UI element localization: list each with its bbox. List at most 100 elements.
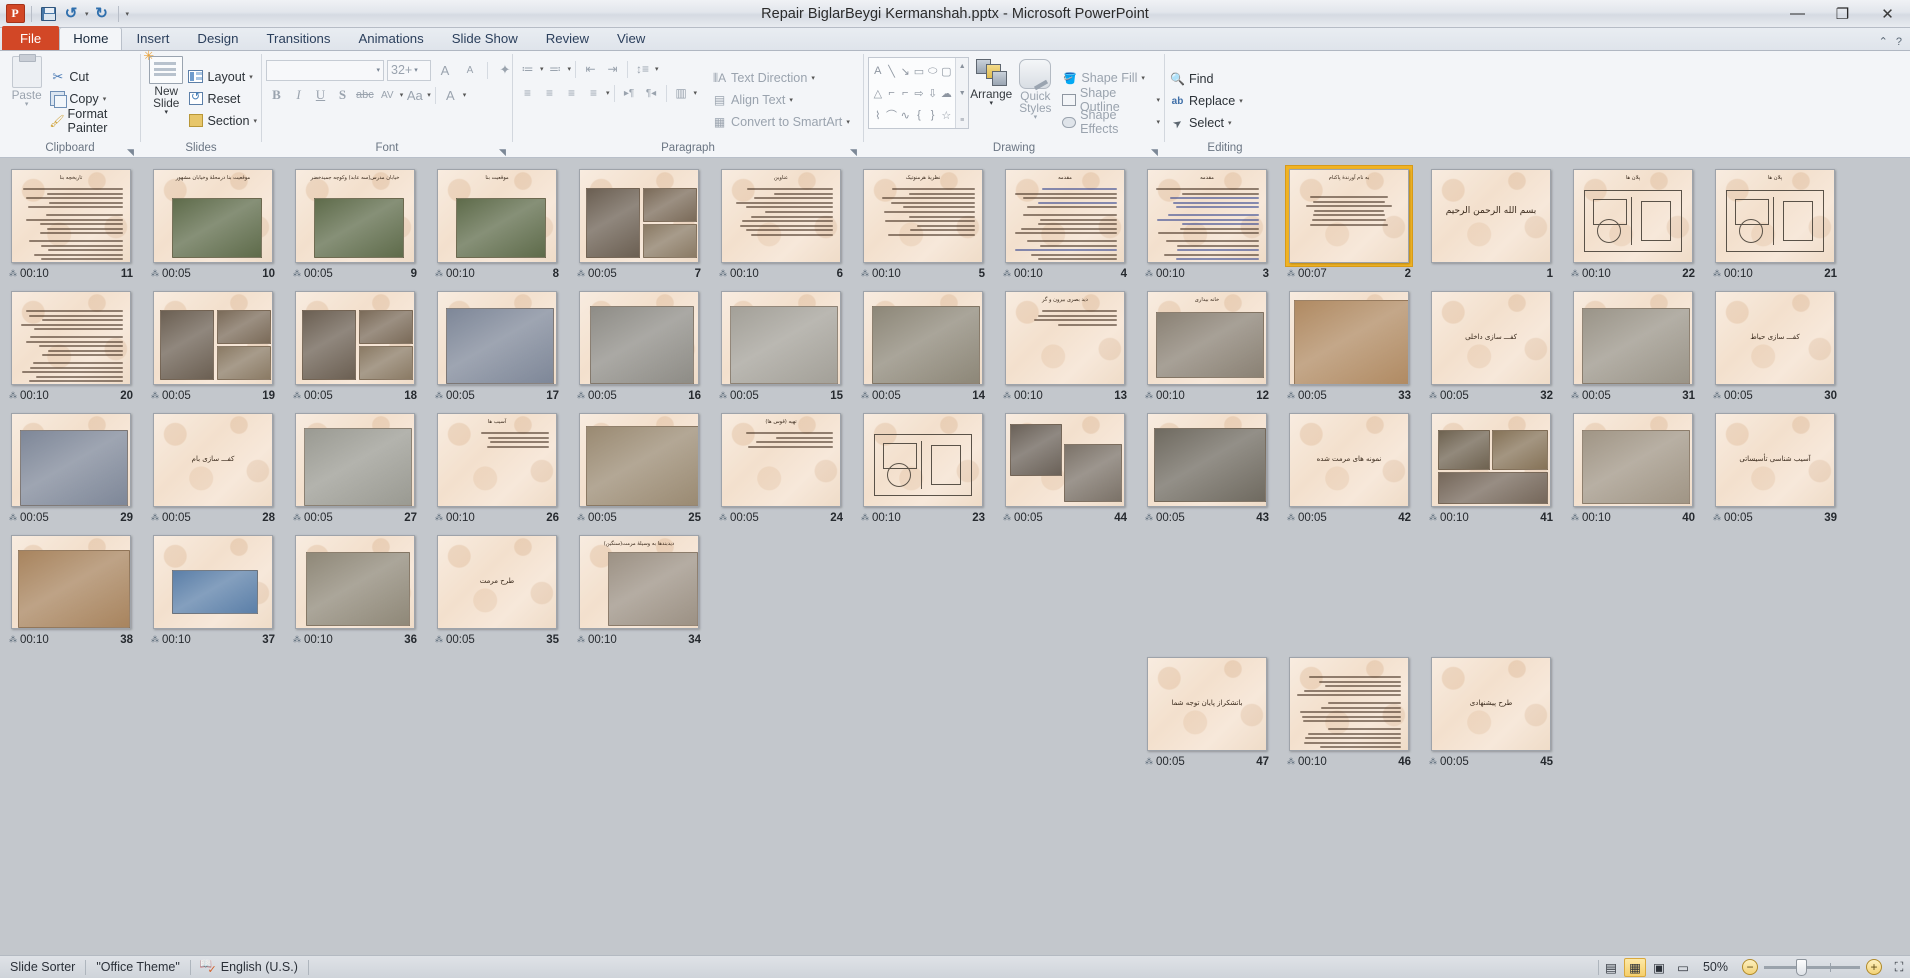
shape-triangle-icon[interactable]: △ — [871, 82, 885, 104]
transition-star-icon[interactable]: ⁂ — [1003, 270, 1011, 278]
align-right-button[interactable]: ≡ — [561, 83, 582, 104]
slide-thumb-frame[interactable] — [1002, 410, 1128, 510]
slide-thumbnail-8[interactable]: موقعیت بنا ⁂ 00:10 8 — [426, 166, 568, 280]
slide-transition-info[interactable]: ⁂ 00:05 — [861, 390, 901, 402]
slide-transition-info[interactable]: ⁂ 00:05 — [577, 512, 617, 524]
slide-thumb-frame[interactable]: کفـــ سازی داخلی — [1428, 288, 1554, 388]
strikethrough-button[interactable]: abc — [354, 85, 376, 106]
shape-elbow-arrow-icon[interactable]: ⌐ — [898, 82, 912, 104]
paragraph-dialog-launcher[interactable]: ◥ — [848, 145, 859, 156]
new-slide-button[interactable]: New Slide ▾ — [145, 54, 187, 116]
arrange-button[interactable]: Arrange ▾ — [969, 57, 1013, 107]
slide-transition-info[interactable]: ⁂ 00:10 — [1003, 390, 1043, 402]
slide-transition-info[interactable]: ⁂ 00:05 — [577, 390, 617, 402]
slide-thumbnail-39[interactable]: آسیب شناسی تأسیساتی ⁂ 00:05 39 — [1704, 410, 1846, 524]
slide-transition-info[interactable]: ⁂ 00:10 — [9, 390, 49, 402]
slide-thumb-frame[interactable]: نظریۀ هرمنوتیک — [860, 166, 986, 266]
transition-star-icon[interactable]: ⁂ — [1003, 514, 1011, 522]
rtl-button[interactable]: ¶◂ — [641, 83, 662, 104]
shape-effects-button[interactable]: Shape Effects ▾ — [1061, 111, 1160, 133]
slide-thumbnail-2[interactable]: به نام آورندۀ پاکنام ⁂ 00:07 2 — [1278, 166, 1420, 280]
text-direction-button[interactable]: ⦀A Text Direction ▾ — [711, 67, 850, 89]
layout-button[interactable]: Layout ▾ — [187, 66, 257, 88]
theme-status[interactable]: "Office Theme" — [86, 956, 189, 978]
slide-thumb-frame[interactable]: خانه بیداری — [1144, 288, 1270, 388]
slide-show-button[interactable]: ▭ — [1672, 958, 1694, 977]
slide-transition-info[interactable]: ⁂ 00:05 — [151, 390, 191, 402]
line-spacing-caret-icon[interactable]: ▾ — [655, 65, 659, 73]
shapes-scroll-up-icon[interactable]: ▲ — [956, 58, 968, 74]
columns-caret-icon[interactable]: ▾ — [694, 89, 698, 97]
slide-thumb-frame[interactable] — [576, 166, 702, 266]
slide-transition-info[interactable]: ⁂ 00:10 — [861, 268, 901, 280]
slide-thumb-frame[interactable]: طرح مرمت — [434, 532, 560, 632]
clipboard-dialog-launcher[interactable]: ◥ — [125, 145, 136, 156]
font-name-combobox[interactable]: ▾ — [266, 60, 384, 81]
transition-star-icon[interactable]: ⁂ — [1287, 758, 1295, 766]
powerpoint-logo-button[interactable]: P — [5, 4, 25, 24]
slide-transition-info[interactable]: ⁂ 00:10 — [9, 268, 49, 280]
font-color-caret-icon[interactable]: ▾ — [463, 91, 467, 99]
slide-thumb-frame[interactable]: مقدمه — [1144, 166, 1270, 266]
transition-star-icon[interactable]: ⁂ — [1571, 392, 1579, 400]
slide-thumbnail-7[interactable]: ⁂ 00:05 7 — [568, 166, 710, 280]
slide-transition-info[interactable]: ⁂ 00:05 — [1287, 390, 1327, 402]
slide-thumbnail-35[interactable]: طرح مرمت ⁂ 00:05 35 — [426, 532, 568, 646]
decrease-indent-button[interactable]: ⇤ — [580, 59, 601, 80]
slide-thumb-frame[interactable]: کفـــ سازی حیاط — [1712, 288, 1838, 388]
tab-transitions[interactable]: Transitions — [252, 27, 344, 50]
transition-star-icon[interactable]: ⁂ — [1713, 392, 1721, 400]
slide-thumbnail-31[interactable]: ⁂ 00:05 31 — [1562, 288, 1704, 402]
transition-star-icon[interactable]: ⁂ — [1429, 392, 1437, 400]
transition-star-icon[interactable]: ⁂ — [861, 514, 869, 522]
transition-star-icon[interactable]: ⁂ — [9, 514, 17, 522]
text-shadow-button[interactable]: S — [332, 85, 353, 106]
slide-transition-info[interactable]: ⁂ 00:05 — [1003, 512, 1043, 524]
slide-thumb-frame[interactable] — [8, 410, 134, 510]
slide-thumbnail-36[interactable]: ⁂ 00:10 36 — [284, 532, 426, 646]
transition-star-icon[interactable]: ⁂ — [151, 392, 159, 400]
slide-transition-info[interactable]: ⁂ 00:05 — [1145, 756, 1185, 768]
character-spacing-caret-icon[interactable]: ▾ — [400, 91, 404, 99]
undo-dropdown-caret-icon[interactable]: ▾ — [85, 10, 89, 18]
slide-thumbnail-33[interactable]: ⁂ 00:05 33 — [1278, 288, 1420, 402]
shape-oval-icon[interactable]: ⬭ — [926, 60, 940, 82]
slide-thumb-frame[interactable] — [860, 288, 986, 388]
paste-button[interactable]: Paste ▾ — [4, 54, 49, 108]
shapes-more-icon[interactable]: ≡ — [956, 112, 968, 128]
select-button[interactable]: Select ▾ — [1169, 112, 1243, 134]
columns-button[interactable]: ▥ — [671, 83, 692, 104]
slide-thumbnail-44[interactable]: ⁂ 00:05 44 — [994, 410, 1136, 524]
slide-thumb-frame[interactable]: تهیه (قوس ها) — [718, 410, 844, 510]
slide-thumb-frame[interactable] — [292, 288, 418, 388]
slide-thumbnail-37[interactable]: ⁂ 00:10 37 — [142, 532, 284, 646]
transition-star-icon[interactable]: ⁂ — [1571, 514, 1579, 522]
tab-file[interactable]: File — [2, 26, 59, 50]
font-size-combobox[interactable]: 32+ ▾ — [387, 60, 431, 81]
slide-thumbnail-47[interactable]: باتشکراز پایان توجه شما ⁂ 00:05 47 — [1136, 654, 1278, 768]
slide-thumbnail-32[interactable]: کفـــ سازی داخلی ⁂ 00:05 32 — [1420, 288, 1562, 402]
shape-down-arrow-icon[interactable]: ⇩ — [926, 82, 940, 104]
tab-animations[interactable]: Animations — [345, 27, 438, 50]
slide-transition-info[interactable]: ⁂ 00:05 — [1713, 512, 1753, 524]
slide-transition-info[interactable]: ⁂ 00:05 — [1429, 756, 1469, 768]
slide-transition-info[interactable]: ⁂ 00:05 — [1429, 390, 1469, 402]
slide-transition-info[interactable]: ⁂ 00:05 — [435, 634, 475, 646]
slide-transition-info[interactable]: ⁂ 00:05 — [435, 390, 475, 402]
transition-star-icon[interactable]: ⁂ — [861, 392, 869, 400]
font-color-button[interactable]: A — [440, 85, 461, 106]
slide-thumb-frame[interactable] — [1286, 288, 1412, 388]
slide-thumbnail-9[interactable]: خیابان مدرس(سه عابد) وکوچه جمیدخضر ⁂ 00:05… — [284, 166, 426, 280]
tab-slide-show[interactable]: Slide Show — [438, 27, 532, 50]
slide-transition-info[interactable]: ⁂ 00:10 — [1713, 268, 1753, 280]
minimize-button[interactable]: — — [1775, 0, 1820, 27]
shape-right-arrow-icon[interactable]: ⇨ — [912, 82, 926, 104]
minimize-ribbon-icon[interactable]: ⌃ — [1879, 35, 1888, 48]
slide-transition-info[interactable]: ⁂ 00:10 — [1571, 268, 1611, 280]
slide-sorter-pane[interactable]: تاریخچه بنا ⁂ 00:10 11 موقعیت بنا درمحلۀ وخی… — [0, 158, 1910, 973]
slide-thumbnail-26[interactable]: آسیب ها ⁂ 00:10 26 — [426, 410, 568, 524]
slide-thumb-frame[interactable]: نمونه های مرمت شده — [1286, 410, 1412, 510]
tab-insert[interactable]: Insert — [122, 27, 183, 50]
shrink-font-button[interactable]: A — [459, 60, 481, 81]
slide-thumb-frame[interactable] — [860, 410, 986, 510]
